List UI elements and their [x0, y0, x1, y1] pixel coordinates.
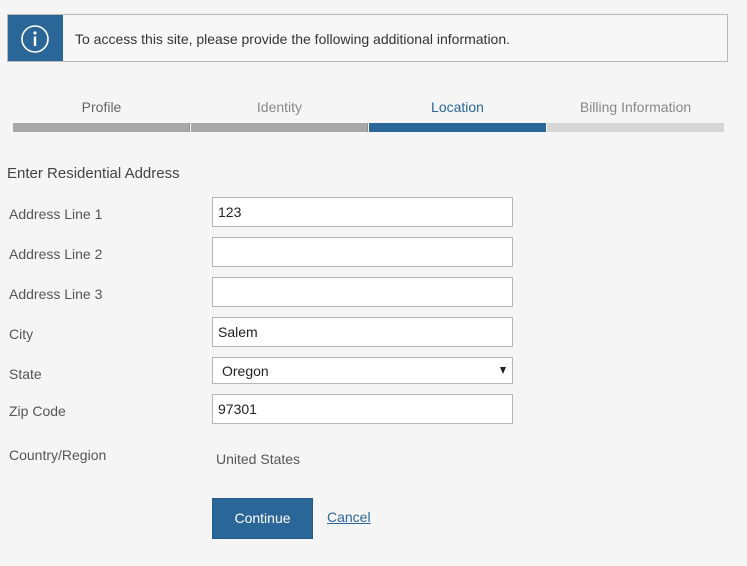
- step-bar: [191, 123, 368, 132]
- country-region-value: United States: [216, 451, 301, 467]
- address-line-3-label: Address Line 3: [9, 286, 103, 302]
- city-input[interactable]: [212, 317, 513, 347]
- zip-code-input[interactable]: [212, 394, 513, 424]
- step-bar: [369, 123, 546, 132]
- step-billing-information: Billing Information: [547, 99, 724, 132]
- zip-code-label: Zip Code: [9, 403, 66, 419]
- section-title: Enter Residential Address: [7, 165, 180, 182]
- step-bar: [13, 123, 190, 132]
- step-identity: Identity: [191, 99, 368, 132]
- address-line-2-label: Address Line 2: [9, 246, 103, 262]
- address-line-3-input[interactable]: [212, 277, 513, 307]
- country-region-label: Country/Region: [9, 447, 107, 463]
- info-icon: [8, 15, 63, 61]
- state-selected-value: Oregon: [222, 363, 269, 379]
- address-line-1-input[interactable]: [212, 197, 513, 227]
- state-label: State: [9, 366, 42, 382]
- step-label: Profile: [81, 99, 122, 115]
- progress-steps: Profile Identity Location Billing Inform…: [13, 99, 724, 132]
- step-label: Location: [431, 99, 484, 115]
- step-label: Billing Information: [579, 99, 692, 115]
- caret-down-icon: [500, 367, 506, 374]
- info-banner: To access this site, please provide the …: [7, 14, 728, 62]
- cancel-link[interactable]: Cancel: [327, 509, 371, 525]
- address-line-1-label: Address Line 1: [9, 206, 103, 222]
- address-line-2-input[interactable]: [212, 237, 513, 267]
- info-message: To access this site, please provide the …: [75, 31, 511, 47]
- state-select[interactable]: Oregon: [212, 357, 513, 384]
- step-profile: Profile: [13, 99, 190, 132]
- continue-button[interactable]: Continue: [212, 498, 313, 539]
- step-bar: [547, 123, 724, 132]
- city-label: City: [9, 326, 34, 342]
- step-location: Location: [369, 99, 546, 132]
- step-label: Identity: [256, 99, 303, 115]
